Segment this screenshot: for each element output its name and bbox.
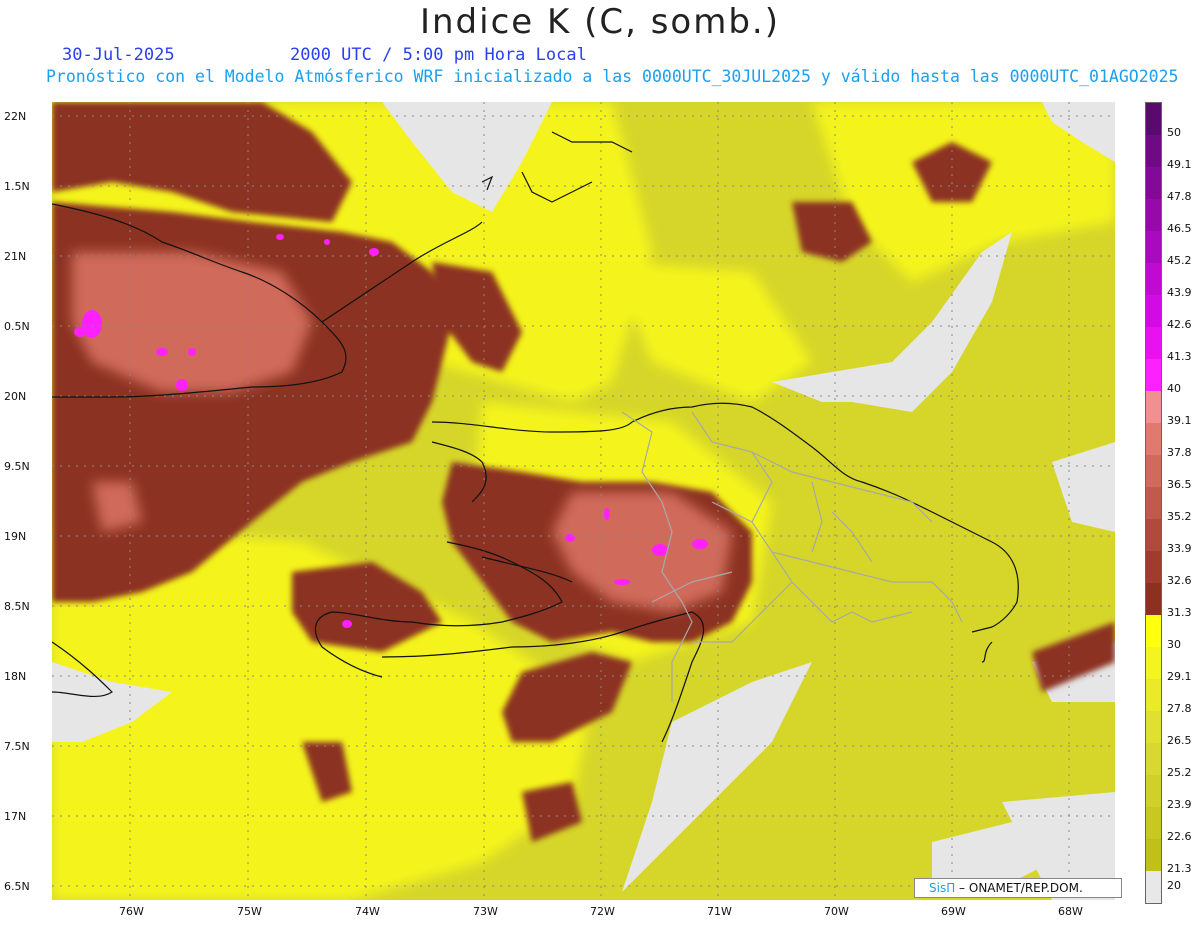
lon-label: 71W xyxy=(707,905,732,918)
colorbar-label: 32.6 xyxy=(1167,574,1192,587)
colorbar-cell xyxy=(1146,103,1161,135)
lon-label: 76W xyxy=(119,905,144,918)
colorbar-label: 46.5 xyxy=(1167,222,1192,235)
lat-label: 19N xyxy=(4,530,27,543)
credit-separator: – xyxy=(955,881,969,895)
colorbar-cell xyxy=(1146,135,1161,167)
colorbar-label: 37.8 xyxy=(1167,446,1192,459)
colorbar-cell xyxy=(1146,583,1161,615)
colorbar-cell xyxy=(1146,263,1161,295)
colorbar-label: 33.9 xyxy=(1167,542,1192,555)
colorbar-cell xyxy=(1146,775,1161,807)
colorbar-label: 21.3 xyxy=(1167,862,1192,875)
colorbar-cell xyxy=(1146,871,1161,903)
colorbar-cell xyxy=(1146,487,1161,519)
colorbar-label: 45.2 xyxy=(1167,254,1192,267)
colorbar-cell xyxy=(1146,615,1161,647)
colorbar-cell xyxy=(1146,679,1161,711)
colorbar-cell xyxy=(1146,423,1161,455)
colorbar-cell xyxy=(1146,839,1161,871)
colorbar-label: 36.5 xyxy=(1167,478,1192,491)
colorbar-label: 49.1 xyxy=(1167,158,1192,171)
lat-label: 17N xyxy=(4,810,27,823)
colorbar xyxy=(1145,102,1162,904)
colorbar-label: 29.1 xyxy=(1167,670,1192,683)
lat-label: 1.5N xyxy=(4,180,30,193)
colorbar-cell xyxy=(1146,199,1161,231)
lon-label: 68W xyxy=(1058,905,1083,918)
forecast-time: 2000 UTC / 5:00 pm Hora Local xyxy=(290,45,587,65)
colorbar-label: 39.1 xyxy=(1167,414,1192,427)
colorbar-label: 35.2 xyxy=(1167,510,1192,523)
map-title: Indice K (C, somb.) xyxy=(419,2,781,42)
colorbar-label: 47.8 xyxy=(1167,190,1192,203)
lat-label: 6.5N xyxy=(4,880,30,893)
colorbar-label: 23.9 xyxy=(1167,798,1192,811)
colorbar-cell xyxy=(1146,231,1161,263)
lon-label: 74W xyxy=(355,905,380,918)
colorbar-cell xyxy=(1146,551,1161,583)
colorbar-label: 43.9 xyxy=(1167,286,1192,299)
lat-label: 0.5N xyxy=(4,320,30,333)
lon-label: 69W xyxy=(941,905,966,918)
lon-label: 75W xyxy=(237,905,262,918)
colorbar-cell xyxy=(1146,391,1161,423)
credit-box: SisΠ – ONAMET/REP.DOM. xyxy=(914,878,1122,898)
lat-label: 22N xyxy=(4,110,27,123)
forecast-date: 30-Jul-2025 xyxy=(62,45,175,65)
lat-label: 18N xyxy=(4,670,27,683)
lon-label: 72W xyxy=(590,905,615,918)
colorbar-cell xyxy=(1146,647,1161,679)
colorbar-cell xyxy=(1146,711,1161,743)
colorbar-cell xyxy=(1146,743,1161,775)
colorbar-cell xyxy=(1146,359,1161,391)
colorbar-label: 22.6 xyxy=(1167,830,1192,843)
colorbar-label: 27.8 xyxy=(1167,702,1192,715)
colorbar-label: 31.3 xyxy=(1167,606,1192,619)
k-index-map xyxy=(52,102,1115,900)
colorbar-label: 26.5 xyxy=(1167,734,1192,747)
colorbar-cell xyxy=(1146,167,1161,199)
colorbar-label: 20 xyxy=(1167,879,1181,892)
lon-label: 73W xyxy=(473,905,498,918)
colorbar-label: 42.6 xyxy=(1167,318,1192,331)
colorbar-cell xyxy=(1146,295,1161,327)
lat-label: 9.5N xyxy=(4,460,30,473)
lon-label: 70W xyxy=(824,905,849,918)
lat-label: 20N xyxy=(4,390,27,403)
lat-label: 21N xyxy=(4,250,27,263)
brand-logo: SisΠ xyxy=(929,881,956,895)
colorbar-cell xyxy=(1146,807,1161,839)
model-description: Pronóstico con el Modelo Atmósferico WRF… xyxy=(46,67,1179,86)
lat-label: 8.5N xyxy=(4,600,30,613)
colorbar-label: 25.2 xyxy=(1167,766,1192,779)
colorbar-cell xyxy=(1146,455,1161,487)
credit-org: ONAMET/REP.DOM. xyxy=(968,881,1083,895)
colorbar-cell xyxy=(1146,327,1161,359)
lat-label: 7.5N xyxy=(4,740,30,753)
colorbar-label: 50 xyxy=(1167,126,1181,139)
colorbar-label: 41.3 xyxy=(1167,350,1192,363)
colorbar-cell xyxy=(1146,519,1161,551)
colorbar-label: 30 xyxy=(1167,638,1181,651)
colorbar-label: 40 xyxy=(1167,382,1181,395)
